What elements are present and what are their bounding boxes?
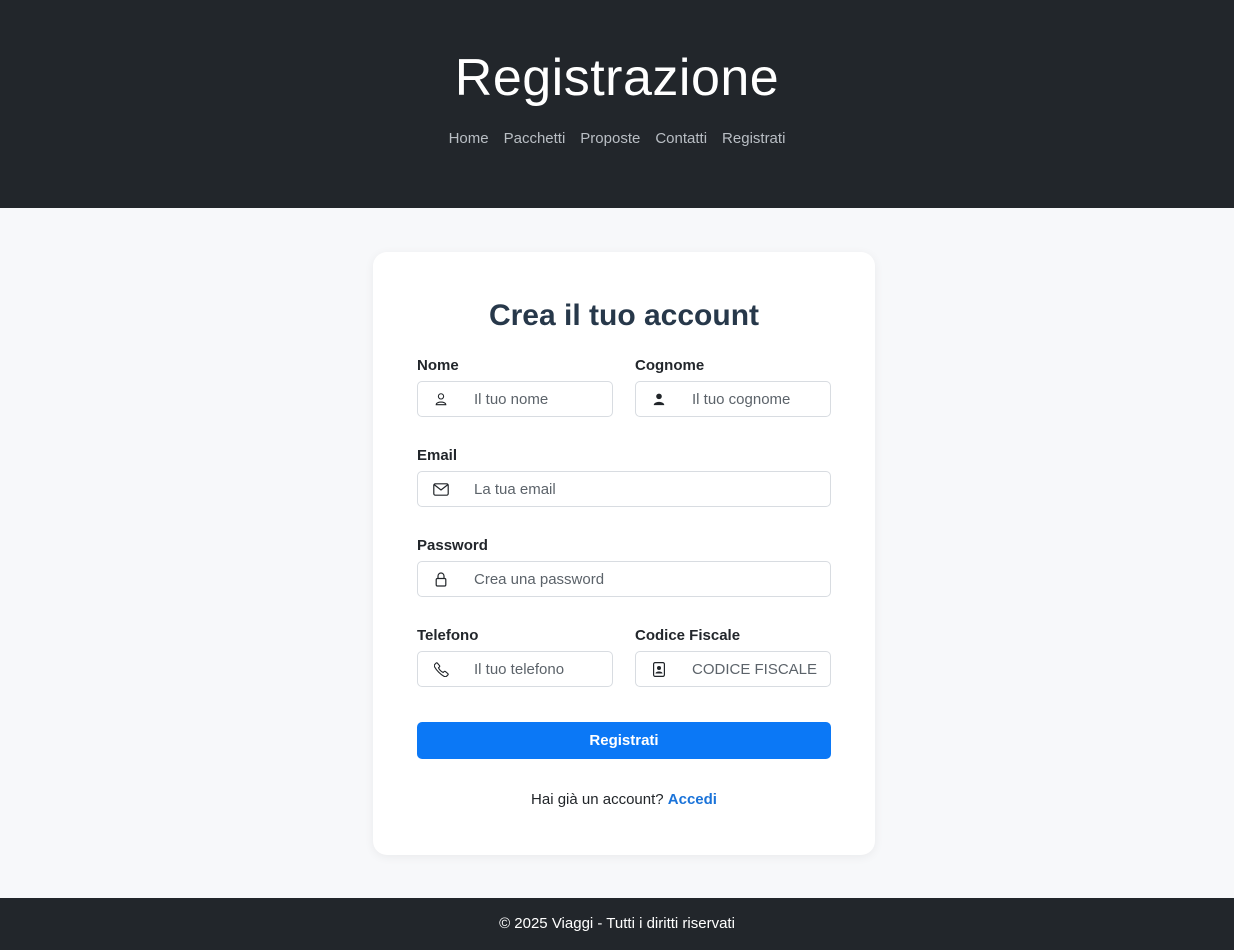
lock-icon <box>418 562 464 596</box>
nav-link-contatti[interactable]: Contatti <box>655 129 707 149</box>
footer-copyright: © 2025 Viaggi - Tutti i diritti riservat… <box>499 915 735 932</box>
password-label: Password <box>417 537 488 554</box>
nav-link-home[interactable]: Home <box>449 129 489 149</box>
nav-link-pacchetti[interactable]: Pacchetti <box>504 129 566 149</box>
cognome-input[interactable] <box>682 382 830 416</box>
email-label: Email <box>417 447 458 464</box>
nav-link-proposte[interactable]: Proposte <box>580 129 640 149</box>
user-filled-icon <box>636 382 682 416</box>
nome-label: Nome <box>417 357 459 374</box>
registration-card: Crea il tuo account Nome Cognome Email <box>373 252 875 855</box>
codice-fiscale-input-group <box>635 651 831 687</box>
nome-input-group <box>417 381 613 417</box>
codice-fiscale-input[interactable] <box>682 652 830 686</box>
envelope-icon <box>418 472 464 506</box>
login-prompt: Hai già un account? Accedi <box>373 790 875 810</box>
email-input-group <box>417 471 831 507</box>
login-prompt-text: Hai già un account? <box>531 791 664 808</box>
codice-fiscale-label: Codice Fiscale <box>635 627 741 644</box>
cognome-label: Cognome <box>635 357 705 374</box>
page-title: Registrazione <box>454 49 780 107</box>
nav-link-registrati[interactable]: Registrati <box>722 129 785 149</box>
phone-icon <box>418 652 464 686</box>
password-input-group <box>417 561 831 597</box>
register-button[interactable]: Registrati <box>417 722 831 759</box>
login-link[interactable]: Accedi <box>668 791 717 808</box>
telefono-input-group <box>417 651 613 687</box>
telefono-label: Telefono <box>417 627 479 644</box>
password-input[interactable] <box>464 562 830 596</box>
cognome-input-group <box>635 381 831 417</box>
telefono-input[interactable] <box>464 652 612 686</box>
email-input[interactable] <box>464 472 830 506</box>
site-header: Registrazione Home Pacchetti Proposte Co… <box>0 0 1234 208</box>
site-footer: © 2025 Viaggi - Tutti i diritti riservat… <box>0 898 1234 950</box>
form-heading: Crea il tuo account <box>488 299 760 332</box>
nome-input[interactable] <box>464 382 612 416</box>
id-badge-icon <box>636 652 682 686</box>
main-nav: Home Pacchetti Proposte Contatti Registr… <box>0 129 1234 149</box>
user-outline-icon <box>418 382 464 416</box>
